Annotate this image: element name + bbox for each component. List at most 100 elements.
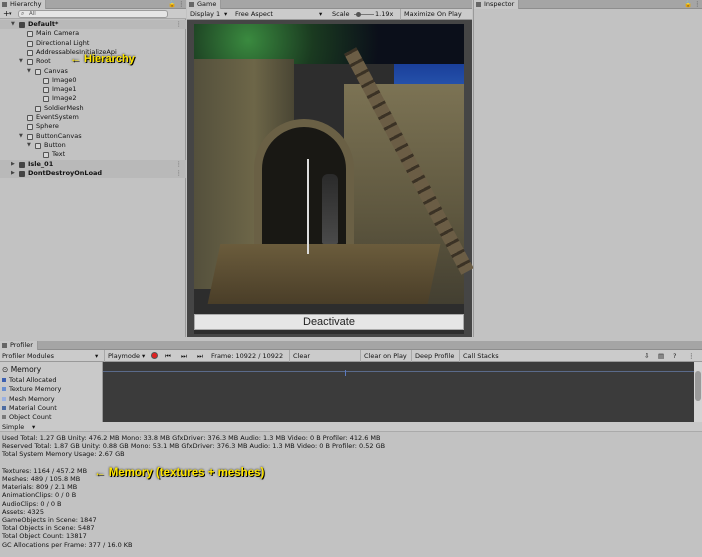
call-stacks-button[interactable]: Call Stacks [459,350,499,362]
hierarchy-row[interactable]: Image2 [0,94,186,103]
maximize-on-play-button[interactable]: Maximize On Play [400,9,462,20]
memory-module-header[interactable]: ⊙ Memory [2,365,41,374]
gameobject-icon [27,59,33,66]
memory-stat-line: Meshes: 489 / 105.8 MB [2,475,81,483]
hierarchy-row-label: Isle_01 [28,159,54,168]
more-menu-icon[interactable]: ⋮ [688,350,695,362]
scene-menu-icon[interactable]: ⋮ [176,169,183,178]
tab-game[interactable]: Game [187,0,222,9]
next-frame-icon[interactable]: ⏭ [181,350,187,362]
memory-legend-item[interactable]: Mesh Memory [2,395,55,403]
scrollbar-thumb[interactable] [695,371,701,401]
expand-arrow-icon[interactable]: ▼ [19,57,23,66]
memory-legend-item[interactable]: Material Count [2,404,57,412]
tab-game-label: Game [197,0,217,8]
clear-button[interactable]: Clear [289,350,310,362]
view-mode-bar: Simple ▾ [0,422,702,432]
view-mode-dropdown[interactable]: Simple [2,422,24,432]
hierarchy-row[interactable]: Main Camera [0,29,186,38]
save-icon[interactable]: ▤ [658,350,664,362]
deep-profile-button[interactable]: Deep Profile [411,350,454,362]
chart-scrollbar[interactable] [694,362,702,422]
memory-stat-line: Textures: 1164 / 457.2 MB [2,466,88,475]
load-icon[interactable]: ⇩ [644,350,649,362]
wooden-bridge [207,244,441,304]
scene-row[interactable]: ▼ Default* ⋮ [0,20,186,30]
record-icon[interactable] [151,352,158,359]
scale-slider-handle[interactable] [356,12,361,17]
clear-on-play-button[interactable]: Clear on Play [360,350,407,362]
lock-icon[interactable]: 🔒 [684,0,692,9]
hierarchy-row[interactable]: Image0 [0,76,186,85]
current-frame-icon[interactable]: ⏭ [197,350,203,362]
expand-arrow-icon[interactable]: ▼ [11,20,15,29]
legend-swatch [2,396,6,401]
help-icon[interactable]: ? [673,350,676,362]
hierarchy-row[interactable]: ▼ ButtonCanvas [0,132,186,141]
search-icon: ⌕ [21,10,25,17]
hierarchy-row[interactable]: Directional Light [0,39,186,48]
memory-legend-item[interactable]: Object Count [2,413,52,421]
inspector-tabbar: Inspector 🔒 ⋮ [474,0,702,9]
hierarchy-row[interactable]: Sphere [0,122,186,131]
legend-swatch [2,415,6,420]
hierarchy-row-label: Canvas [44,66,68,75]
scene-menu-icon[interactable]: ⋮ [176,160,183,169]
chevron-down-icon: ▾ [32,423,36,431]
aspect-dropdown[interactable]: Free Aspect [235,9,273,20]
hierarchy-row[interactable]: Text [0,150,186,159]
expand-arrow-icon[interactable]: ▼ [19,132,23,141]
memory-stat-line: GC Allocations per Frame: 377 / 16.0 KB [2,540,133,549]
hierarchy-row[interactable]: Image1 [0,85,186,94]
gameobject-icon [27,124,33,131]
scene-menu-icon[interactable]: ⋮ [176,20,183,29]
collapse-arrow-icon[interactable]: ▶ [11,169,15,178]
tab-hierarchy[interactable]: Hierarchy [0,0,47,9]
game-viewport[interactable]: Deactivate [194,24,474,334]
hierarchy-row-label: Directional Light [36,38,90,47]
expand-arrow-icon[interactable]: ▼ [27,67,31,76]
hierarchy-row[interactable]: EventSystem [0,113,186,122]
memory-annotation: ← Memory (textures + meshes) [94,467,265,479]
inspector-icon [476,2,481,7]
hierarchy-row[interactable]: ▼ Canvas [0,67,186,76]
memory-legend-item[interactable]: Total Allocated [2,376,57,384]
chevron-down-icon: ▾ [319,10,323,18]
scene-row[interactable]: ▶ DontDestroyOnLoad ⋮ [0,168,186,179]
hierarchy-row[interactable]: ▼ Button [0,141,186,150]
gameobject-icon [43,77,49,84]
hierarchy-panel: Hierarchy 🔒 ⋮ + ▾ ⌕ All ▼ Default* ⋮ Main C… [0,0,186,337]
expand-arrow-icon[interactable]: ▼ [27,141,31,150]
hierarchy-row-label: Main Camera [36,29,80,38]
playmode-dropdown[interactable]: Playmode [104,350,140,362]
search-input[interactable]: ⌕ All [18,10,168,18]
lock-icon[interactable]: 🔒 [168,0,176,9]
memory-module-label: Memory [10,365,42,374]
scene-icon [19,170,25,177]
tab-inspector-label: Inspector [484,0,515,8]
gameobject-icon [35,68,41,75]
memory-chart[interactable] [103,362,694,422]
soldier-mesh [322,174,338,244]
deactivate-button[interactable]: Deactivate [194,314,464,330]
inspector-panel: Inspector 🔒 ⋮ [473,0,702,337]
scene-row[interactable]: ▶ Isle_01 ⋮ [0,159,186,169]
hierarchy-row[interactable]: SoldierMesh [0,104,186,113]
profiler-panel: Profiler Profiler Modules ▾ Playmode ▾ ⏮… [0,341,702,557]
tab-inspector[interactable]: Inspector [474,0,520,9]
memory-stat-line: Used Total: 1.27 GB Unity: 476.2 MB Mono… [2,434,381,442]
memory-legend-item[interactable]: Texture Memory [2,385,61,393]
previous-frame-icon[interactable]: ⏮ [165,350,171,362]
hierarchy-row-label: DontDestroyOnLoad [28,168,103,177]
tab-profiler[interactable]: Profiler [0,341,38,350]
display-dropdown[interactable]: Display 1 [190,9,220,20]
search-placeholder: All [29,11,36,17]
more-menu-icon[interactable]: ⋮ [178,0,185,9]
profiler-modules-dropdown[interactable]: Profiler Modules [2,350,54,362]
gameobject-icon [27,133,33,140]
gameobject-icon [43,96,49,103]
chevron-down-icon[interactable]: ▾ [9,9,12,19]
collapse-arrow-icon[interactable]: ▶ [11,160,15,169]
legend-label: Texture Memory [9,385,62,394]
more-menu-icon[interactable]: ⋮ [694,0,701,9]
